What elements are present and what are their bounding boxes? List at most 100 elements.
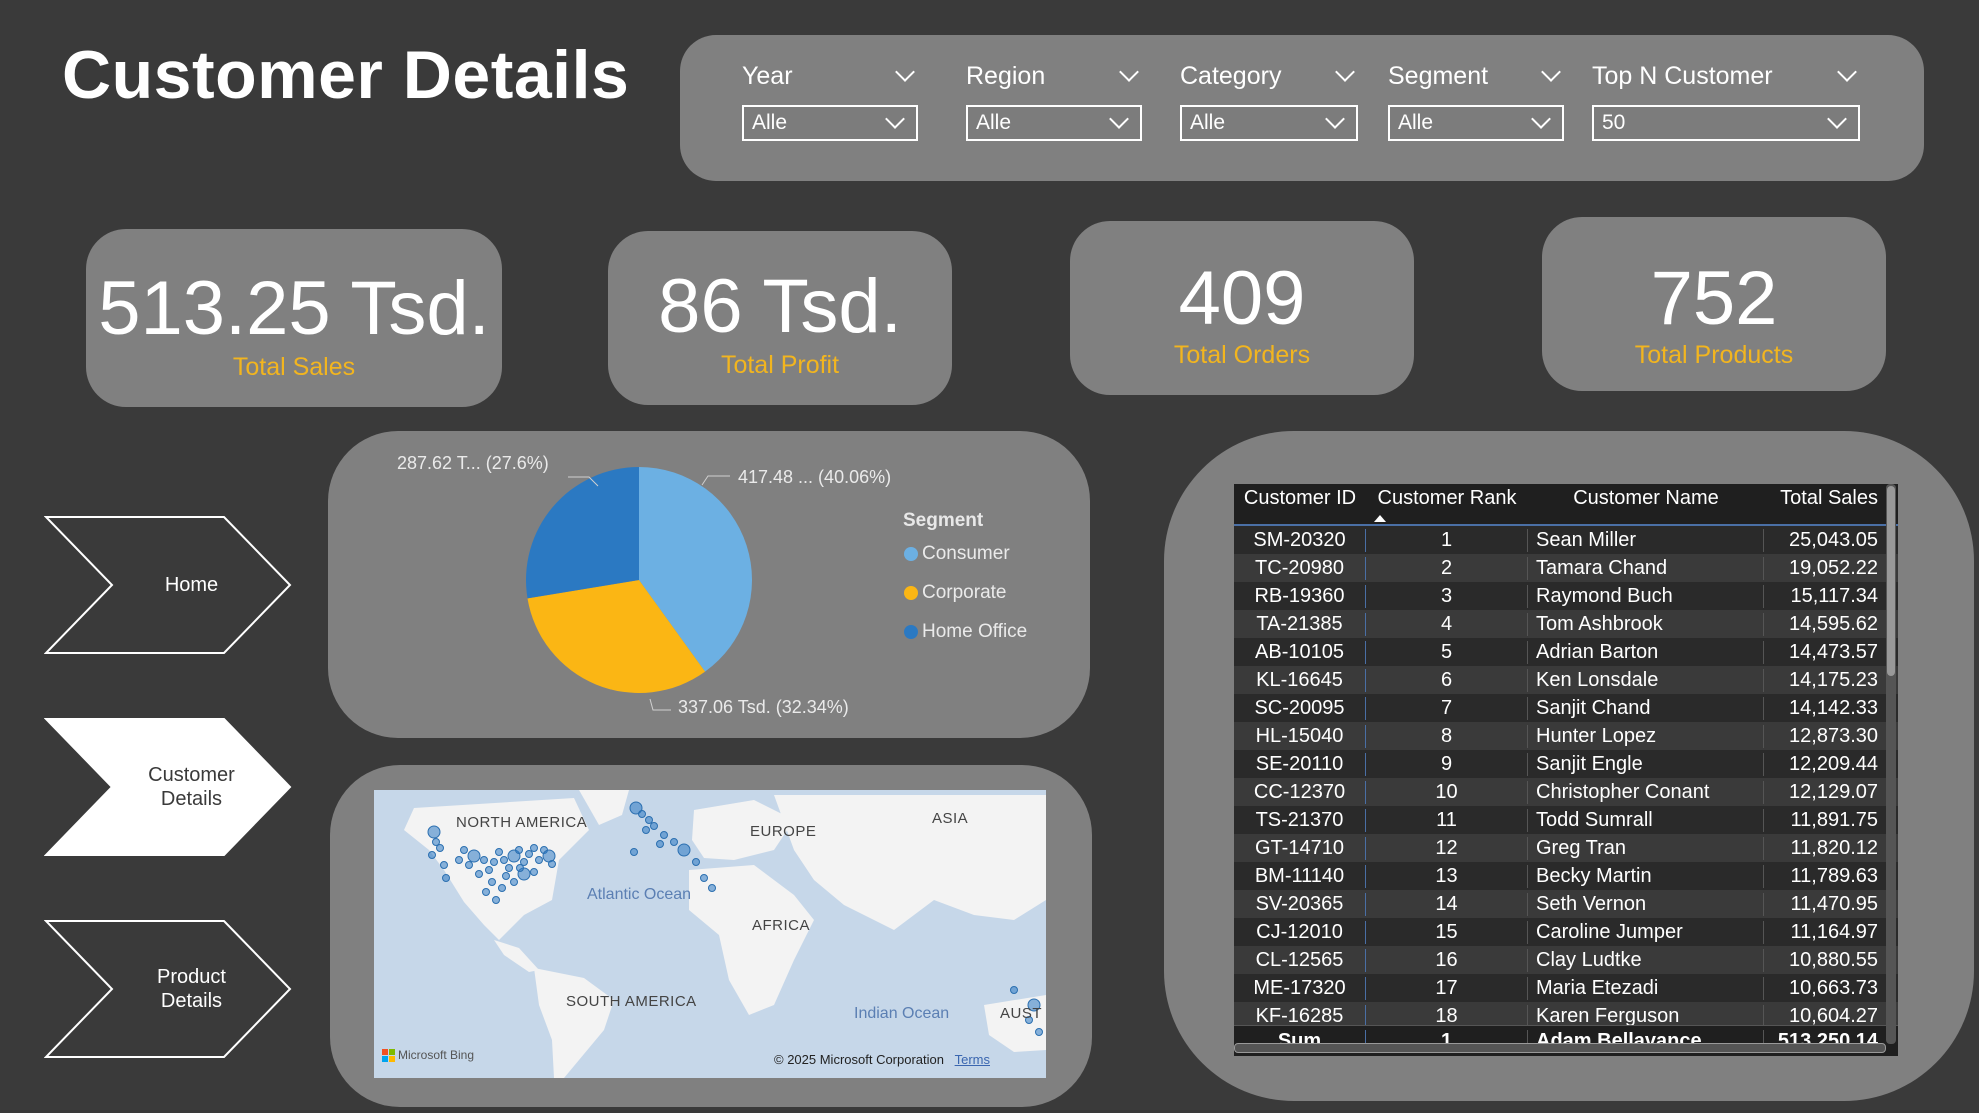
table-row[interactable]: TC-20980 2 Tamara Chand 19,052.22 <box>1234 554 1898 582</box>
customer-location-dot[interactable] <box>460 846 468 854</box>
customer-location-dot[interactable] <box>505 864 513 872</box>
customer-location-dot[interactable] <box>530 868 538 876</box>
table-row[interactable]: TA-21385 4 Tom Ashbrook 14,595.62 <box>1234 610 1898 638</box>
customer-location-dot[interactable] <box>660 831 668 839</box>
table-row[interactable]: AB-10105 5 Adrian Barton 14,473.57 <box>1234 638 1898 666</box>
customer-location-dot[interactable] <box>475 870 483 878</box>
category-slicer[interactable]: Category Alle <box>1180 59 1358 141</box>
legend-item-home-office[interactable]: Home Office <box>904 621 1027 643</box>
table-row[interactable]: CL-12565 16 Clay Ludtke 10,880.55 <box>1234 946 1898 974</box>
table-row[interactable]: SE-20110 9 Sanjit Engle 12,209.44 <box>1234 750 1898 778</box>
customer-location-dot[interactable] <box>708 884 716 892</box>
customer-table[interactable]: Customer ID Customer Rank Customer Name … <box>1234 484 1898 1056</box>
legend-item-consumer[interactable]: Consumer <box>904 543 1010 565</box>
customer-location-dot[interactable] <box>510 878 518 886</box>
customer-location-dot[interactable] <box>630 848 638 856</box>
category-dropdown[interactable]: Alle <box>1180 105 1358 141</box>
customer-location-dot[interactable] <box>700 874 708 882</box>
chevron-down-icon[interactable] <box>895 62 915 82</box>
segment-slicer[interactable]: Segment Alle <box>1388 59 1564 141</box>
customer-location-dot[interactable] <box>428 851 436 859</box>
top-n-customer-slicer[interactable]: Top N Customer 50 <box>1592 59 1860 141</box>
cell-total-sales: 11,164.97 <box>1790 920 1879 943</box>
customer-location-dot[interactable] <box>488 878 496 886</box>
customer-location-dot[interactable] <box>490 858 498 866</box>
table-row[interactable]: HL-15040 8 Hunter Lopez 12,873.30 <box>1234 722 1898 750</box>
customer-location-dot[interactable] <box>500 856 508 864</box>
pie-slice-home-office[interactable] <box>526 467 639 599</box>
table-row[interactable]: SC-20095 7 Sanjit Chand 14,142.33 <box>1234 694 1898 722</box>
legend-item-corporate[interactable]: Corporate <box>904 582 1007 604</box>
top-n-customer-dropdown[interactable]: 50 <box>1592 105 1860 141</box>
table-row[interactable]: TS-21370 11 Todd Sumrall 11,891.75 <box>1234 806 1898 834</box>
customer-location-dot[interactable] <box>442 874 450 882</box>
chevron-down-icon[interactable] <box>1837 62 1857 82</box>
year-slicer[interactable]: Year Alle <box>742 59 918 141</box>
table-row[interactable]: SM-20320 1 Sean Miller 25,043.05 <box>1234 526 1898 554</box>
customer-location-dot[interactable] <box>692 858 700 866</box>
kpi-total-profit-value: 86 Tsd. <box>658 264 902 349</box>
table-row[interactable]: CC-12370 10 Christopher Conant 12,129.07 <box>1234 778 1898 806</box>
customer-location-dot[interactable] <box>677 843 691 857</box>
map-copyright: © 2025 Microsoft Corporation Terms <box>774 1052 990 1067</box>
region-dropdown[interactable]: Alle <box>966 105 1142 141</box>
customer-location-dot[interactable] <box>535 856 543 864</box>
customer-location-dot[interactable] <box>455 856 463 864</box>
col-header-customer-rank[interactable]: Customer Rank <box>1366 484 1528 524</box>
table-horizontal-scrollbar[interactable] <box>1234 1043 1886 1053</box>
customer-location-dot[interactable] <box>516 864 524 872</box>
table-row[interactable]: RB-19360 3 Raymond Buch 15,117.34 <box>1234 582 1898 610</box>
chevron-down-icon <box>1827 109 1847 129</box>
chevron-down-icon[interactable] <box>1541 62 1561 82</box>
map-terms-link[interactable]: Terms <box>955 1052 990 1067</box>
customer-location-dot[interactable] <box>1010 986 1018 994</box>
customer-location-dot[interactable] <box>495 848 503 856</box>
nav-customer-details-button[interactable]: Customer Details <box>44 717 294 857</box>
customer-location-dot[interactable] <box>670 838 678 846</box>
kpi-total-orders-value: 409 <box>1178 256 1306 341</box>
customer-location-dot[interactable] <box>492 896 500 904</box>
customer-location-dot[interactable] <box>436 844 444 852</box>
segment-dropdown[interactable]: Alle <box>1388 105 1564 141</box>
customer-location-dot[interactable] <box>515 846 523 854</box>
customer-location-dot[interactable] <box>645 816 653 824</box>
table-row[interactable]: SV-20365 14 Seth Vernon 11,470.95 <box>1234 890 1898 918</box>
customer-map[interactable]: NORTH AMERICA EUROPE ASIA AFRICA SOUTH A… <box>374 790 1046 1078</box>
col-header-customer-name[interactable]: Customer Name <box>1528 484 1764 524</box>
customer-location-dot[interactable] <box>485 866 493 874</box>
table-row[interactable]: KL-16645 6 Ken Lonsdale 14,175.23 <box>1234 666 1898 694</box>
cell-total-sales: 11,820.12 <box>1790 836 1879 859</box>
customer-location-dot[interactable] <box>1035 1028 1043 1036</box>
table-row[interactable]: BM-11140 13 Becky Martin 11,789.63 <box>1234 862 1898 890</box>
col-header-total-sales[interactable]: Total Sales <box>1764 484 1884 524</box>
table-row[interactable]: CJ-12010 15 Caroline Jumper 11,164.97 <box>1234 918 1898 946</box>
nav-product-details-button[interactable]: Product Details <box>44 919 294 1059</box>
table-row[interactable]: GT-14710 12 Greg Tran 11,820.12 <box>1234 834 1898 862</box>
customer-location-dot[interactable] <box>480 856 488 864</box>
table-vertical-scrollbar[interactable] <box>1886 484 1896 1044</box>
customer-location-dot[interactable] <box>642 826 650 834</box>
customer-location-dot[interactable] <box>482 888 490 896</box>
customer-location-dot[interactable] <box>467 849 481 863</box>
customer-location-dot[interactable] <box>427 825 441 839</box>
customer-location-dot[interactable] <box>440 861 448 869</box>
chevron-down-icon[interactable] <box>1119 62 1139 82</box>
map-label-north-america: NORTH AMERICA <box>456 814 588 831</box>
customer-location-dot[interactable] <box>525 850 533 858</box>
customer-location-dot[interactable] <box>530 844 538 852</box>
col-header-customer-id[interactable]: Customer ID <box>1234 484 1366 524</box>
region-slicer[interactable]: Region Alle <box>966 59 1142 141</box>
customer-location-dot[interactable] <box>650 822 658 830</box>
customer-location-dot[interactable] <box>656 840 664 848</box>
customer-location-dot[interactable] <box>465 861 473 869</box>
customer-location-dot[interactable] <box>638 810 646 818</box>
table-row[interactable]: ME-17320 17 Maria Etezadi 10,663.73 <box>1234 974 1898 1002</box>
chevron-down-icon[interactable] <box>1335 62 1355 82</box>
cell-total-sales: 12,873.30 <box>1789 724 1878 747</box>
customer-location-dot[interactable] <box>548 860 556 868</box>
customer-location-dot[interactable] <box>498 884 506 892</box>
customer-location-dot[interactable] <box>502 872 510 880</box>
table-vertical-scroll-thumb[interactable] <box>1887 486 1895 676</box>
nav-home-button[interactable]: Home <box>44 515 294 655</box>
year-dropdown[interactable]: Alle <box>742 105 918 141</box>
